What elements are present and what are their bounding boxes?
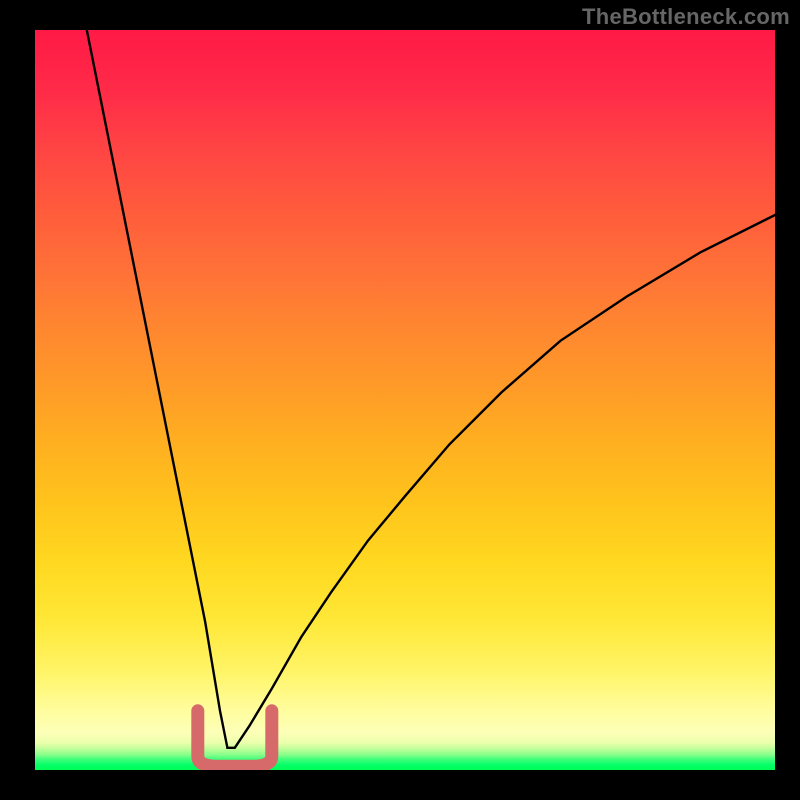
plot-area [35, 30, 775, 770]
optimal-u-marker [198, 711, 272, 767]
bottleneck-curve [87, 30, 775, 748]
curve-layer [35, 30, 775, 770]
chart-frame: TheBottleneck.com [0, 0, 800, 800]
watermark-text: TheBottleneck.com [582, 4, 790, 30]
